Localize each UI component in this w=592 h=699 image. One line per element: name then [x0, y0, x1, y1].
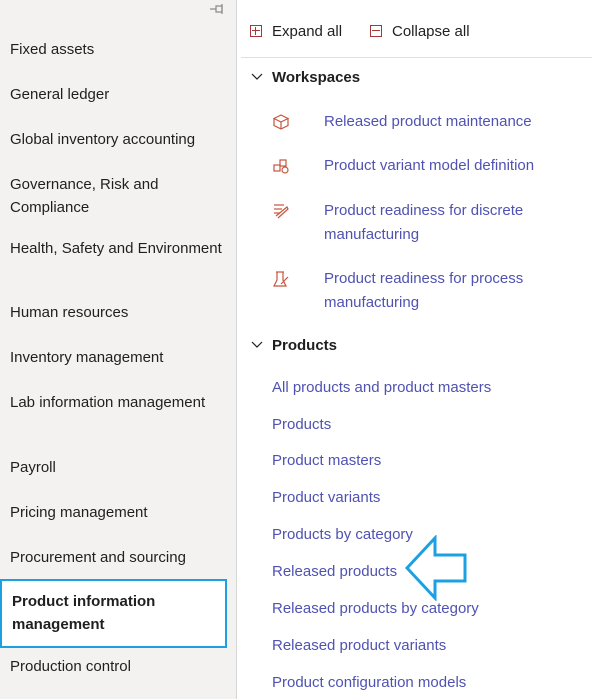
collapse-all-label: Collapse all — [392, 22, 470, 40]
callout-arrow-icon — [405, 535, 467, 601]
link-released-products[interactable]: Released products — [272, 561, 397, 583]
workspace-label: Product readiness for process manufactur… — [324, 270, 524, 311]
nav-item-governance-risk-compliance[interactable]: Governance, Risk and Compliance — [10, 173, 225, 219]
expand-all-button[interactable]: Expand all — [250, 20, 342, 42]
nav-item-production-control[interactable]: Production control — [10, 655, 225, 678]
workspace-link-product-variant-model-definition[interactable]: Product variant model definition — [272, 154, 572, 178]
workspace-link-product-readiness-process[interactable]: Product readiness for process manufactur… — [272, 267, 572, 315]
process-readiness-icon — [273, 271, 289, 287]
nav-item-lab-information-management[interactable]: Lab information management — [10, 391, 225, 414]
collapse-all-button[interactable]: Collapse all — [370, 20, 470, 42]
nav-item-global-inventory-accounting[interactable]: Global inventory accounting — [10, 128, 225, 151]
link-released-products-by-category[interactable]: Released products by category — [272, 598, 479, 620]
chevron-down-icon — [251, 73, 263, 80]
nav-item-payroll[interactable]: Payroll — [10, 456, 225, 479]
variant-model-icon — [273, 159, 289, 174]
link-product-masters[interactable]: Product masters — [272, 450, 381, 472]
workspace-link-released-product-maintenance[interactable]: Released product maintenance — [272, 110, 572, 134]
nav-item-procurement-and-sourcing[interactable]: Procurement and sourcing — [10, 546, 225, 569]
workspace-link-product-readiness-discrete[interactable]: Product readiness for discrete manufactu… — [272, 199, 572, 247]
discrete-readiness-icon — [274, 204, 289, 219]
expand-icon — [250, 25, 262, 37]
link-all-products-and-product-masters[interactable]: All products and product masters — [272, 377, 491, 399]
link-product-configuration-models[interactable]: Product configuration models — [272, 672, 466, 694]
nav-item-fixed-assets[interactable]: Fixed assets — [10, 38, 225, 61]
link-product-variants[interactable]: Product variants — [272, 487, 380, 509]
workspace-label: Product variant model definition — [324, 157, 535, 174]
nav-item-health-safety-environment[interactable]: Health, Safety and Environment — [10, 237, 225, 260]
nav-item-human-resources[interactable]: Human resources — [10, 301, 225, 324]
nav-item-general-ledger[interactable]: General ledger — [10, 83, 225, 106]
nav-item-product-information-management[interactable]: Product information management — [0, 579, 227, 648]
nav-item-inventory-management[interactable]: Inventory management — [10, 346, 225, 369]
link-products-by-category[interactable]: Products by category — [272, 524, 413, 546]
link-released-product-variants[interactable]: Released product variants — [272, 635, 446, 657]
box-icon — [272, 114, 290, 130]
collapse-icon — [370, 25, 382, 37]
nav-item-pricing-management[interactable]: Pricing management — [10, 501, 225, 524]
expand-all-label: Expand all — [272, 22, 343, 40]
chevron-down-icon — [251, 341, 263, 348]
navigation-pane: Fixed assets General ledger Global inven… — [0, 0, 237, 699]
products-title: Products — [272, 336, 338, 354]
workspace-label: Product readiness for discrete manufactu… — [324, 202, 524, 243]
pin-icon[interactable] — [207, 3, 227, 17]
workspaces-section-header[interactable]: Workspaces — [250, 66, 360, 88]
toolbar-divider — [241, 57, 592, 58]
link-products[interactable]: Products — [272, 414, 331, 436]
products-section-header[interactable]: Products — [250, 334, 337, 356]
workspace-label: Released product maintenance — [324, 113, 532, 130]
workspaces-title: Workspaces — [272, 68, 361, 86]
